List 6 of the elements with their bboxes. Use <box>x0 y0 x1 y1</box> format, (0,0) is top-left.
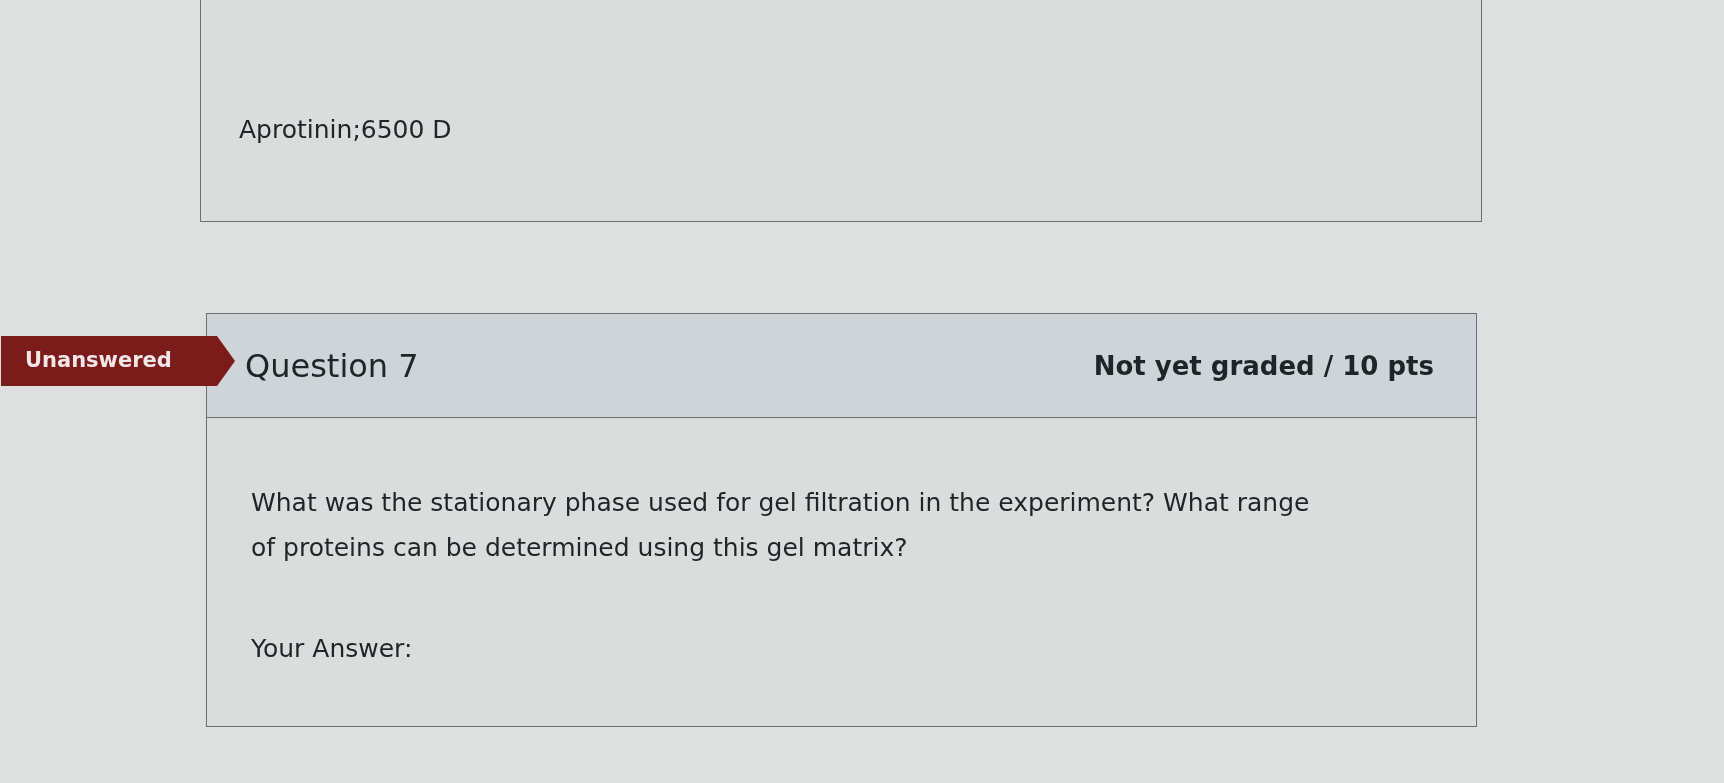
points-text: Not yet graded / 10 pts <box>1093 349 1434 383</box>
question-title: Question 7 <box>245 345 419 386</box>
question-text: What was the stationary phase used for gel filtration in the experiment? What range of proteins can be determined using this gel matrix? <box>251 487 1311 564</box>
answer-label: Your Answer: <box>251 633 413 665</box>
answer-text: Aprotinin;6500 D <box>239 115 452 144</box>
status-flag: Unanswered <box>1 336 235 386</box>
